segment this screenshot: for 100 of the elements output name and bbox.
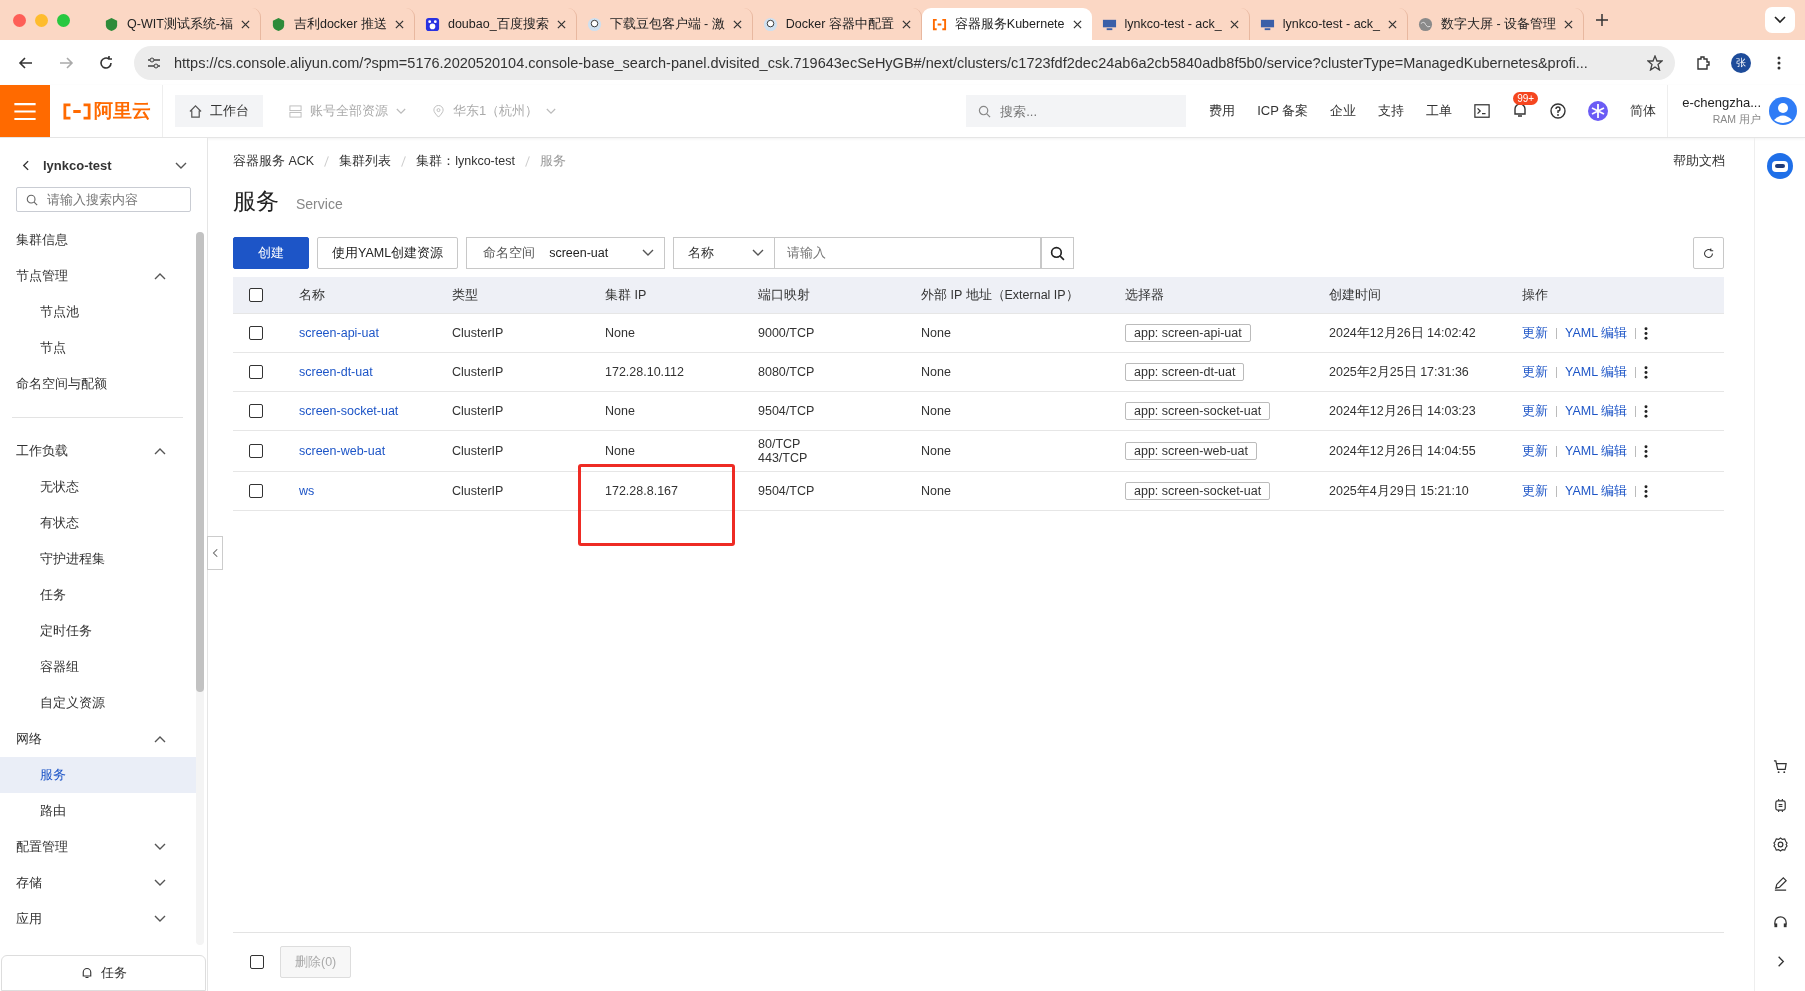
close-tab-icon[interactable] [732,19,742,29]
close-tab-icon[interactable] [1072,19,1082,29]
workbench-button[interactable]: 工作台 [175,95,263,127]
service-name-link[interactable]: screen-dt-uat [299,365,373,379]
search-button[interactable] [1041,237,1075,269]
sidebar-item[interactable]: 应用 [0,901,196,937]
service-name-link[interactable]: ws [299,484,315,498]
breadcrumb-link[interactable]: 集群列表 [339,152,392,170]
create-from-yaml-button[interactable]: 使用YAML创建资源 [317,237,459,269]
back-chevron-icon[interactable] [22,160,29,171]
top-nav-link[interactable]: 工单 [1426,102,1453,120]
sidebar-subitem[interactable]: 节点池 [0,294,196,330]
scrollbar[interactable] [196,232,204,945]
chip-icon[interactable] [1772,798,1788,813]
more-actions-icon[interactable] [1644,365,1649,379]
headset-icon[interactable] [1772,915,1788,930]
sidebar-item[interactable]: 集群信息 [0,222,196,258]
breadcrumb-link[interactable]: 容器服务 ACK [233,152,315,170]
edit-icon[interactable] [1772,876,1788,891]
action-link[interactable]: YAML 编辑 [1565,442,1628,460]
row-checkbox[interactable] [249,404,263,418]
row-checkbox[interactable] [249,365,263,379]
sidebar-item[interactable]: 工作负载 [0,433,196,469]
close-tab-icon[interactable] [556,19,566,29]
more-actions-icon[interactable] [1644,404,1649,418]
action-link[interactable]: 更新 [1522,482,1548,500]
settings-icon[interactable] [1772,837,1788,852]
action-link[interactable]: YAML 编辑 [1565,324,1628,342]
sidebar-subitem[interactable]: 容器组 [0,649,196,685]
service-name-link[interactable]: screen-web-uat [299,444,386,458]
close-tab-icon[interactable] [394,19,404,29]
filter-field-select[interactable]: 名称 [673,237,776,269]
robot-assistant-icon[interactable] [1766,152,1794,180]
row-checkbox[interactable] [249,484,263,498]
profile-avatar[interactable]: 张 [1731,52,1751,73]
sidebar-subitem[interactable]: 任务 [0,577,196,613]
cart-icon[interactable] [1772,759,1788,774]
terminal-icon[interactable] [1474,103,1491,119]
service-name-link[interactable]: screen-socket-uat [299,404,399,418]
cluster-name[interactable]: lynkco-test [43,158,161,173]
bookmark-star-icon[interactable] [1647,54,1663,71]
sidebar-item[interactable]: 网络 [0,721,196,757]
more-actions-icon[interactable] [1644,444,1649,458]
sidebar-item[interactable]: 命名空间与配额 [0,366,196,402]
sidebar-subitem[interactable]: 自定义资源 [0,685,196,721]
more-actions-icon[interactable] [1644,484,1649,498]
service-name-link[interactable]: screen-api-uat [299,326,379,340]
menu-button[interactable] [0,85,50,137]
sidebar-item[interactable]: 存储 [0,865,196,901]
address-bar[interactable]: https://cs.console.aliyun.com/?spm=5176.2020520104.console-base_search-panel.dvisited_csk.719643ecSeHyGB#/next/clusters/c1723fdf2dec24ab6a2cb5840adb8f5b0/service?clusterType=ManagedKubernetes&profi... [134,45,1675,80]
back-icon[interactable] [18,54,34,71]
sidebar-subitem[interactable]: 有状态 [0,505,196,541]
menu-search-field[interactable]: 请输入搜索内容 [16,187,191,212]
close-tab-icon[interactable] [1564,19,1574,29]
action-link[interactable]: 更新 [1522,324,1548,342]
top-nav-link[interactable]: 支持 [1378,102,1405,120]
select-all-checkbox[interactable] [249,288,263,302]
footer-checkbox[interactable] [250,955,264,969]
sidebar-subitem[interactable]: 节点 [0,330,196,366]
user-name[interactable]: e-chengzha... [1682,95,1761,110]
help-icon[interactable] [1550,103,1567,119]
close-tab-icon[interactable] [901,19,911,29]
action-link[interactable]: 更新 [1522,442,1548,460]
action-link[interactable]: 更新 [1522,402,1548,420]
collapse-sidebar-button[interactable] [207,536,223,570]
reload-icon[interactable] [98,54,114,71]
sidebar-subitem[interactable]: 路由 [0,793,196,829]
sidebar-subitem[interactable]: 守护进程集 [0,541,196,577]
row-checkbox[interactable] [249,444,263,458]
extensions-icon[interactable] [1695,54,1711,71]
sidebar-subitem[interactable]: 服务 [0,757,196,793]
sparkle-icon[interactable] [1588,101,1609,121]
tab-list-button[interactable] [1765,7,1795,33]
sidebar-subitem[interactable]: 定时任务 [0,613,196,649]
top-nav-link[interactable]: ICP 备案 [1257,102,1309,120]
action-link[interactable]: YAML 编辑 [1565,482,1628,500]
top-nav-link[interactable]: 费用 [1209,102,1236,120]
sidebar-item[interactable]: 节点管理 [0,258,196,294]
top-nav-link[interactable]: 企业 [1330,102,1357,120]
action-link[interactable]: YAML 编辑 [1565,363,1628,381]
search-field[interactable]: 搜索... [966,95,1187,127]
breadcrumb-link[interactable]: 集群：lynkco-test [416,152,515,170]
help-docs-link[interactable]: 帮助文档 [1673,152,1725,170]
language-link[interactable]: 简体 [1630,102,1657,120]
sidebar-item[interactable]: 配置管理 [0,829,196,865]
tasks-button[interactable]: 任务 [1,955,206,991]
refresh-button[interactable] [1693,237,1724,269]
chevron-down-icon[interactable] [175,161,187,170]
sidebar-subitem[interactable]: 无状态 [0,469,196,505]
close-tab-icon[interactable] [1388,19,1398,29]
filter-input[interactable]: 请输入 [775,237,1042,269]
action-link[interactable]: YAML 编辑 [1565,402,1628,420]
namespace-select[interactable]: 命名空间 screen-uat [466,237,666,269]
more-actions-icon[interactable] [1644,326,1649,340]
user-avatar-icon[interactable] [1769,97,1797,125]
new-tab-icon[interactable] [1596,14,1609,26]
close-tab-icon[interactable] [1229,19,1239,29]
browser-tab[interactable]: 容器服务Kubernete [921,8,1092,40]
close-tab-icon[interactable] [240,19,250,29]
create-button[interactable]: 创建 [233,237,309,269]
